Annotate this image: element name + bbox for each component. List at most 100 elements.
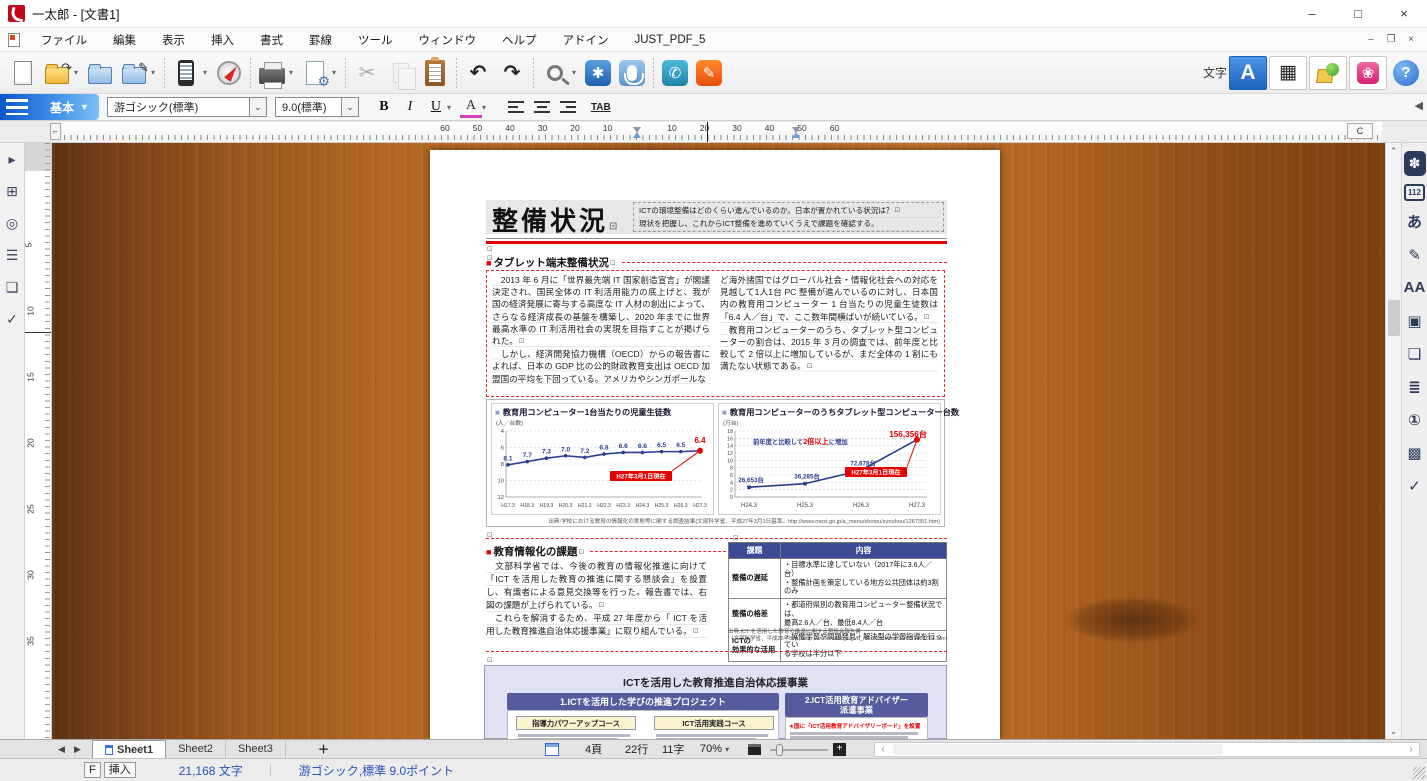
size-select[interactable]: 9.0(標準) ⌄ [275, 97, 359, 117]
function-key-button[interactable]: F [84, 762, 101, 778]
tab-button[interactable]: TAB [591, 102, 611, 113]
net-search-button[interactable]: ✱ [581, 56, 615, 90]
menu-item-7[interactable]: ウィンドウ [406, 28, 490, 51]
vertical-scroll-thumb[interactable] [1388, 300, 1400, 336]
menu-item-1[interactable]: 編集 [100, 28, 149, 51]
scroll-left-icon[interactable]: ‹ [875, 744, 891, 755]
add-sheet-button[interactable]: ＋ [318, 740, 329, 758]
tab-type-selector[interactable]: ⌐ [50, 123, 61, 140]
search-button[interactable] [538, 56, 572, 90]
menu-item-2[interactable]: 表示 [149, 28, 198, 51]
new-document-button[interactable] [6, 56, 40, 90]
save-button[interactable] [83, 56, 117, 90]
text-mode-button[interactable]: A [1229, 56, 1267, 90]
scroll-right-icon[interactable]: › [1403, 744, 1419, 755]
align-right-button[interactable] [557, 96, 579, 118]
zoom-level[interactable]: 70% ▾ [700, 740, 729, 758]
scroll-down-icon[interactable]: ⌄ [1386, 723, 1401, 739]
document-icon[interactable] [8, 33, 20, 47]
bold-button[interactable]: B [373, 96, 395, 118]
voice-input-button[interactable] [615, 56, 649, 90]
save-as-button[interactable]: ✎ [117, 56, 151, 90]
menu-item-5[interactable]: 罫線 [296, 28, 345, 51]
menu-item-4[interactable]: 書式 [247, 28, 296, 51]
page-flip-icon[interactable]: ❏ [2, 275, 22, 299]
menu-item-6[interactable]: ツール [345, 28, 406, 51]
horizontal-scroll-thumb[interactable] [893, 744, 1223, 755]
vertical-scrollbar[interactable]: ⌃ ⌄ [1385, 143, 1401, 739]
zoom-in-button[interactable]: + [833, 743, 846, 756]
proof-check-icon[interactable]: ✓ [1404, 473, 1426, 498]
mobile-view-button[interactable] [169, 56, 203, 90]
quick-edit-button[interactable]: ✎ [692, 56, 726, 90]
sheet-tab-sheet3[interactable]: Sheet3 [226, 740, 286, 758]
kana-input-icon[interactable]: あ [1404, 209, 1426, 234]
vertical-ruler[interactable]: 5101520253035 [25, 143, 52, 739]
shape-mode-button[interactable] [1309, 56, 1347, 90]
save-dropdown[interactable] [151, 56, 160, 90]
mobile-dropdown[interactable] [203, 56, 212, 90]
scroll-up-icon[interactable]: ⌃ [1386, 143, 1401, 159]
tab-next-icon[interactable]: ▶ [74, 740, 81, 758]
column-button[interactable]: C [1347, 123, 1373, 139]
horizontal-ruler[interactable]: 605040302010102030405060 [0, 121, 1427, 143]
page-number-icon[interactable]: ① [1404, 407, 1426, 432]
align-left-button[interactable] [505, 96, 527, 118]
close-button[interactable]: × [1381, 0, 1427, 27]
resize-grip[interactable] [1413, 767, 1425, 779]
doc-minimize-button[interactable]: – [1361, 31, 1381, 49]
maximize-button[interactable]: □ [1335, 0, 1381, 27]
hamburger-icon[interactable] [6, 99, 28, 115]
clipart-mode-button[interactable]: ❀ [1349, 56, 1387, 90]
menu-item-8[interactable]: ヘルプ [489, 28, 550, 51]
print-settings-button[interactable] [298, 56, 332, 90]
print-dropdown[interactable] [289, 56, 298, 90]
signature-stamp-icon[interactable]: ✎ [1404, 242, 1426, 267]
italic-button[interactable]: I [399, 96, 421, 118]
underline-button[interactable]: U [425, 96, 447, 118]
menu-item-3[interactable]: 挿入 [198, 28, 247, 51]
doc-close-button[interactable]: × [1401, 31, 1421, 49]
list-tool-icon[interactable]: ☰ [2, 243, 22, 267]
outline-list-icon[interactable]: ≣ [1404, 374, 1426, 399]
date-stamp-icon[interactable]: 112 [1404, 184, 1425, 201]
paste-button[interactable] [418, 56, 452, 90]
marker-pen-button[interactable]: A [460, 96, 482, 118]
style-name[interactable]: 基本 [50, 99, 74, 116]
font-select[interactable]: 游ゴシック(標準) ⌄ [107, 97, 267, 117]
tab-prev-icon[interactable]: ◀ [58, 740, 65, 758]
font-style-icon[interactable]: AA [1404, 275, 1426, 300]
print-settings-dropdown[interactable] [332, 56, 341, 90]
insert-mode-button[interactable]: 挿入 [104, 762, 136, 778]
zoom-slider-thumb[interactable] [776, 744, 783, 756]
sheet-tab-sheet2[interactable]: Sheet2 [166, 740, 226, 758]
phone-memo-button[interactable]: ✆ [658, 56, 692, 90]
block-palette-icon[interactable]: ⊞ [2, 179, 22, 203]
zoom-tool-icon[interactable]: ◎ [2, 211, 22, 235]
sidebar-collapse-icon[interactable]: ◀ [1415, 99, 1423, 112]
font-select-caret-icon[interactable]: ⌄ [249, 98, 266, 116]
marker-dropdown[interactable] [482, 90, 491, 124]
size-select-caret-icon[interactable]: ⌄ [341, 98, 358, 116]
doc-restore-button[interactable]: ❐ [1381, 31, 1401, 49]
document-page[interactable]: 整備状況⊡ ICTの環境整備はどのくらい進んでいるのか。日本が置かれている状況は… [430, 150, 1000, 739]
redo-button[interactable]: ↷ [495, 56, 529, 90]
align-center-button[interactable] [531, 96, 553, 118]
minimize-button[interactable]: – [1289, 0, 1335, 27]
menu-item-9[interactable]: アドイン [550, 28, 622, 51]
ornament-palette-icon[interactable]: ✽ [1404, 151, 1426, 176]
print-button[interactable] [255, 56, 289, 90]
horizontal-scrollbar[interactable]: ‹ › [874, 742, 1420, 757]
menu-item-0[interactable]: ファイル [28, 28, 100, 51]
open-dropdown[interactable] [74, 56, 83, 90]
fit-width-button[interactable] [748, 740, 761, 758]
search-dropdown[interactable] [572, 56, 581, 90]
help-button[interactable]: ? [1393, 60, 1419, 86]
pattern-icon[interactable]: ▩ [1404, 440, 1426, 465]
table-mode-button[interactable]: ▦ [1269, 56, 1307, 90]
photo-insert-icon[interactable]: ▣ [1404, 308, 1426, 333]
sheet-tab-sheet1[interactable]: Sheet1 [92, 740, 166, 758]
undo-button[interactable]: ↶ [461, 56, 495, 90]
style-caret-icon[interactable]: ▼ [80, 102, 89, 112]
preview-toggle[interactable] [545, 740, 559, 758]
